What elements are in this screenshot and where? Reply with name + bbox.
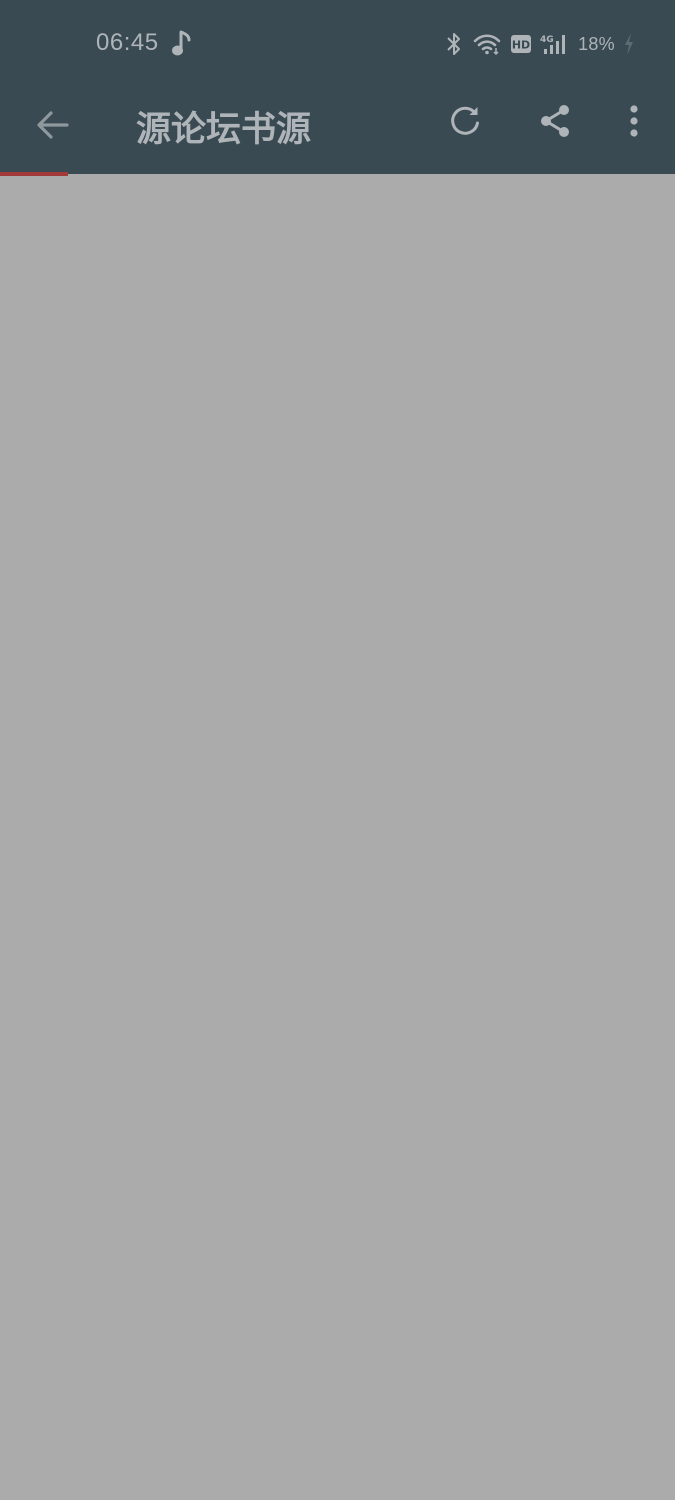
more-options-button[interactable] [606,90,662,156]
hd-icon: HD [510,33,532,55]
wifi-icon [472,31,502,57]
svg-text:HD: HD [512,39,530,52]
4g-signal-icon: 4G [540,32,570,56]
refresh-button[interactable] [432,90,498,156]
page-title: 源论坛书源 [136,110,312,150]
bluetooth-icon [444,31,464,57]
app-bar: 源论坛书源 [0,86,675,174]
music-note-icon [170,30,194,58]
web-content-area[interactable] [0,176,675,1500]
share-icon [538,103,572,144]
charging-bolt-icon [623,32,635,56]
status-time: 06:45 [96,29,159,56]
status-bar: 06:45 HD 4G 18% [0,0,675,86]
refresh-icon [448,104,482,143]
more-vert-icon [629,104,639,143]
back-button[interactable] [20,94,86,160]
share-button[interactable] [522,90,588,156]
phone-screen: 06:45 HD 4G 18% 源论坛书源 [0,0,675,1500]
battery-percent: 18% [578,33,615,54]
top-bar: 06:45 HD 4G 18% 源论坛书源 [0,0,675,174]
back-arrow-icon [36,110,70,145]
svg-text:4G: 4G [540,35,554,45]
status-icons: HD 4G 18% [444,29,635,59]
